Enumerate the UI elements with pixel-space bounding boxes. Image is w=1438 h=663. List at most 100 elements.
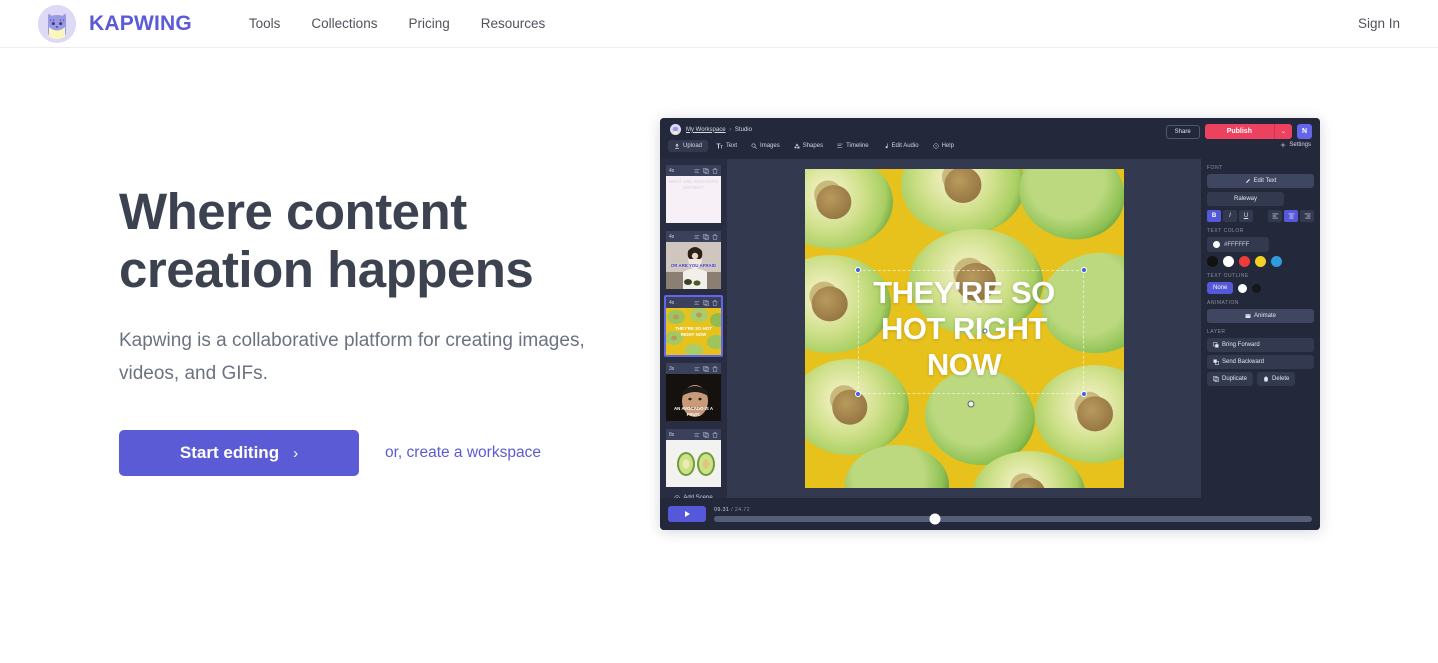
duplicate-icon[interactable] <box>703 233 709 240</box>
toolbar-timeline-label: Timeline <box>846 143 869 149</box>
animate-button[interactable]: Animate <box>1207 309 1314 323</box>
resize-handle-top-right[interactable] <box>1080 267 1087 273</box>
search-icon <box>751 143 757 149</box>
scene-caption: WHAT ARE AVOCADOS ANYWAY? <box>668 179 719 190</box>
scene-caption: AN AVOCADO IS A FRUIT. <box>673 406 714 417</box>
swatch-white[interactable] <box>1223 256 1234 267</box>
editor-canvas[interactable]: THEY'RE SO HOT RIGHT NOW <box>804 169 1124 488</box>
toolbar-upload[interactable]: Upload <box>668 140 709 152</box>
toolbar-edit-audio-label: Edit Audio <box>891 143 919 149</box>
pencil-icon <box>1245 178 1251 184</box>
adjust-icon[interactable] <box>694 432 700 438</box>
swatch-yellow[interactable] <box>1255 256 1266 267</box>
timecode: 09.31 / 24.72 <box>714 507 1312 513</box>
color-swatches <box>1207 256 1314 267</box>
gear-icon <box>1280 142 1287 148</box>
top-navbar: KAPWING Tools Collections Pricing Resour… <box>0 0 1438 48</box>
toolbar-text[interactable]: Text <box>710 140 743 152</box>
brand-name: KAPWING <box>89 11 192 35</box>
progress-track[interactable] <box>714 513 1312 524</box>
nav-links: Tools Collections Pricing Resources <box>249 16 545 31</box>
toolbar-upload-label: Upload <box>683 143 703 149</box>
publish-button[interactable]: Publish <box>1204 124 1274 139</box>
sign-in-link[interactable]: Sign In <box>1358 16 1400 31</box>
align-right-button[interactable] <box>1300 210 1314 222</box>
bring-forward-icon <box>1213 342 1219 348</box>
scene-duration: 4s <box>669 233 675 240</box>
trash-icon[interactable] <box>712 431 718 438</box>
hero-subtitle: Kapwing is a collaborative platform for … <box>119 330 585 384</box>
resize-handle-bottom-left[interactable] <box>854 391 861 397</box>
scene-item-selected[interactable]: 4s THEY'RE SO HOT RIGHT NOW <box>664 295 723 357</box>
trash-icon[interactable] <box>712 233 718 240</box>
adjust-icon[interactable] <box>694 366 700 372</box>
progress-knob[interactable] <box>929 513 941 524</box>
duplicate-label: Duplicate <box>1222 376 1248 382</box>
duplicate-icon[interactable] <box>703 365 709 372</box>
outline-swatch-white[interactable] <box>1238 283 1248 293</box>
canvas-text-layer[interactable]: THEY'RE SO HOT RIGHT NOW <box>849 275 1079 383</box>
resize-handle-bottom-right[interactable] <box>1080 391 1087 397</box>
adjust-icon[interactable] <box>694 300 700 306</box>
trash-icon[interactable] <box>712 167 718 174</box>
outline-none-button[interactable]: None <box>1207 282 1234 294</box>
scene-item[interactable]: 4s WHAT ARE AVOCADOS ANYWAY? <box>664 163 723 225</box>
nav-link-resources[interactable]: Resources <box>481 16 546 31</box>
scene-duration: 4s <box>669 167 675 174</box>
align-center-button[interactable] <box>1284 210 1298 222</box>
nav-link-tools[interactable]: Tools <box>249 16 281 31</box>
rotate-handle[interactable] <box>967 400 974 408</box>
nav-link-collections[interactable]: Collections <box>311 16 377 31</box>
scene-item[interactable]: 4s OR ARE YOU AFRAID <box>664 229 723 291</box>
start-editing-button[interactable]: Start editing › <box>119 430 359 476</box>
toolbar-help[interactable]: ? Help <box>927 140 960 152</box>
align-left-button[interactable] <box>1268 210 1282 222</box>
delete-button[interactable]: Delete <box>1257 372 1296 386</box>
scene-item[interactable]: 3s AN AVOCADO IS A FRUIT. <box>664 361 723 423</box>
breadcrumb-workspace[interactable]: My Workspace <box>686 127 726 133</box>
duplicate-icon[interactable] <box>703 299 709 306</box>
chevron-down-icon[interactable]: ⌄ <box>1273 124 1292 139</box>
workspace-avatar-icon <box>670 124 681 135</box>
play-button[interactable] <box>668 506 706 522</box>
audio-icon <box>883 143 889 149</box>
text-color-value-chip[interactable]: #FFFFFF <box>1207 237 1269 252</box>
nav-link-pricing[interactable]: Pricing <box>408 16 449 31</box>
user-avatar[interactable]: N <box>1297 124 1312 139</box>
chevron-right-icon: › <box>293 444 299 462</box>
adjust-icon[interactable] <box>694 234 700 240</box>
bring-forward-button[interactable]: Bring Forward <box>1207 338 1314 352</box>
toolbar-timeline[interactable]: Timeline <box>831 140 874 152</box>
edit-text-button[interactable]: Edit Text <box>1207 174 1314 188</box>
trash-icon[interactable] <box>712 299 718 306</box>
timeline-icon <box>837 143 843 149</box>
center-anchor-handle[interactable] <box>982 328 987 334</box>
toolbar-edit-audio[interactable]: Edit Audio <box>877 140 925 152</box>
settings-button[interactable]: Settings <box>1280 142 1311 148</box>
brand-logo[interactable]: KAPWING <box>38 4 192 43</box>
bold-button[interactable]: B <box>1207 210 1221 222</box>
toolbar-images[interactable]: Images <box>745 140 786 152</box>
send-backward-button[interactable]: Send Backward <box>1207 355 1314 369</box>
toolbar-shapes[interactable]: Shapes <box>788 140 829 152</box>
swatch-black[interactable] <box>1207 256 1218 267</box>
underline-button[interactable]: U <box>1239 210 1253 222</box>
duplicate-icon[interactable] <box>703 431 709 438</box>
font-family-select[interactable]: Raleway <box>1207 192 1284 206</box>
create-workspace-link[interactable]: or, create a workspace <box>385 444 541 462</box>
swatch-red[interactable] <box>1239 256 1250 267</box>
time-separator: / <box>731 506 733 513</box>
scene-thumbnail: THEY'RE SO HOT RIGHT NOW <box>666 308 721 355</box>
resize-handle-top-left[interactable] <box>854 267 861 273</box>
duplicate-button[interactable]: Duplicate <box>1207 372 1254 386</box>
trash-icon[interactable] <box>712 365 718 372</box>
italic-button[interactable]: I <box>1223 210 1237 222</box>
outline-swatch-black[interactable] <box>1252 283 1262 293</box>
adjust-icon[interactable] <box>694 168 700 174</box>
share-button[interactable]: Share <box>1165 124 1200 139</box>
swatch-blue[interactable] <box>1271 256 1282 267</box>
layer-label: LAYER <box>1207 329 1226 335</box>
duplicate-icon[interactable] <box>703 167 709 174</box>
scene-item[interactable]: 8s <box>664 427 723 489</box>
scene-duration: 8s <box>669 431 675 438</box>
